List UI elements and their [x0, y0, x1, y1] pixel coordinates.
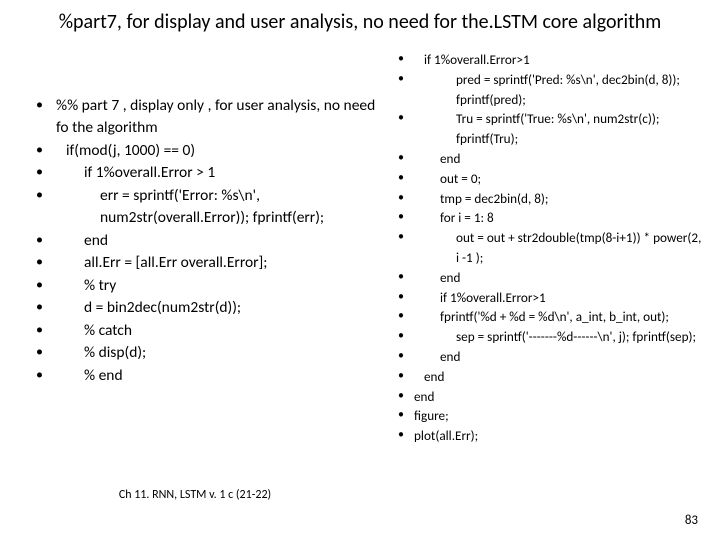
list-item: sep = sprintf('-------%d------\n', j); f… — [392, 327, 702, 347]
list-item: %% part 7 , display only , for user anal… — [28, 95, 383, 140]
list-item: fprintf('%d + %d = %d\n', a_int, b_int, … — [392, 307, 702, 327]
right-column: if 1%overall.Error>1 pred = sprintf('Pre… — [392, 50, 702, 446]
page-number: 83 — [685, 513, 698, 528]
slide-footer: Ch 11. RNN, LSTM v. 1 c (21-22) — [0, 488, 390, 502]
list-item: pred = sprintf('Pred: %s\n', dec2bin(d, … — [392, 70, 702, 110]
list-item: plot(all.Err); — [392, 426, 702, 446]
list-item: end — [392, 347, 702, 367]
list-item: % disp(d); — [28, 342, 383, 364]
left-column: %% part 7 , display only , for user anal… — [28, 95, 383, 387]
list-item: figure; — [392, 406, 702, 426]
list-item: if(mod(j, 1000) == 0) — [28, 140, 383, 162]
list-item: if 1%overall.Error > 1 — [28, 162, 383, 184]
list-item: Tru = sprintf('True: %s\n', num2str(c));… — [392, 109, 702, 149]
list-item: if 1%overall.Error>1 — [392, 288, 702, 308]
list-item: out = out + str2double(tmp(8-i+1)) * pow… — [392, 228, 702, 268]
list-item: all.Err = [all.Err overall.Error]; — [28, 252, 383, 274]
list-item: if 1%overall.Error>1 — [392, 50, 702, 70]
list-item: end — [392, 268, 702, 288]
list-item: % end — [28, 365, 383, 387]
list-item: end — [392, 367, 702, 387]
left-list: %% part 7 , display only , for user anal… — [28, 95, 383, 387]
list-item: % catch — [28, 320, 383, 342]
list-item: out = 0; — [392, 169, 702, 189]
list-item: % try — [28, 275, 383, 297]
right-list: if 1%overall.Error>1 pred = sprintf('Pre… — [392, 50, 702, 446]
list-item: end — [28, 230, 383, 252]
list-item: end — [392, 387, 702, 407]
list-item: d = bin2dec(num2str(d)); — [28, 297, 383, 319]
list-item: tmp = dec2bin(d, 8); — [392, 189, 702, 209]
list-item: err = sprintf('Error: %s\n', num2str(ove… — [28, 185, 383, 230]
list-item: for i = 1: 8 — [392, 208, 702, 228]
list-item: end — [392, 149, 702, 169]
slide-title: %part7, for display and user analysis, n… — [0, 10, 720, 34]
